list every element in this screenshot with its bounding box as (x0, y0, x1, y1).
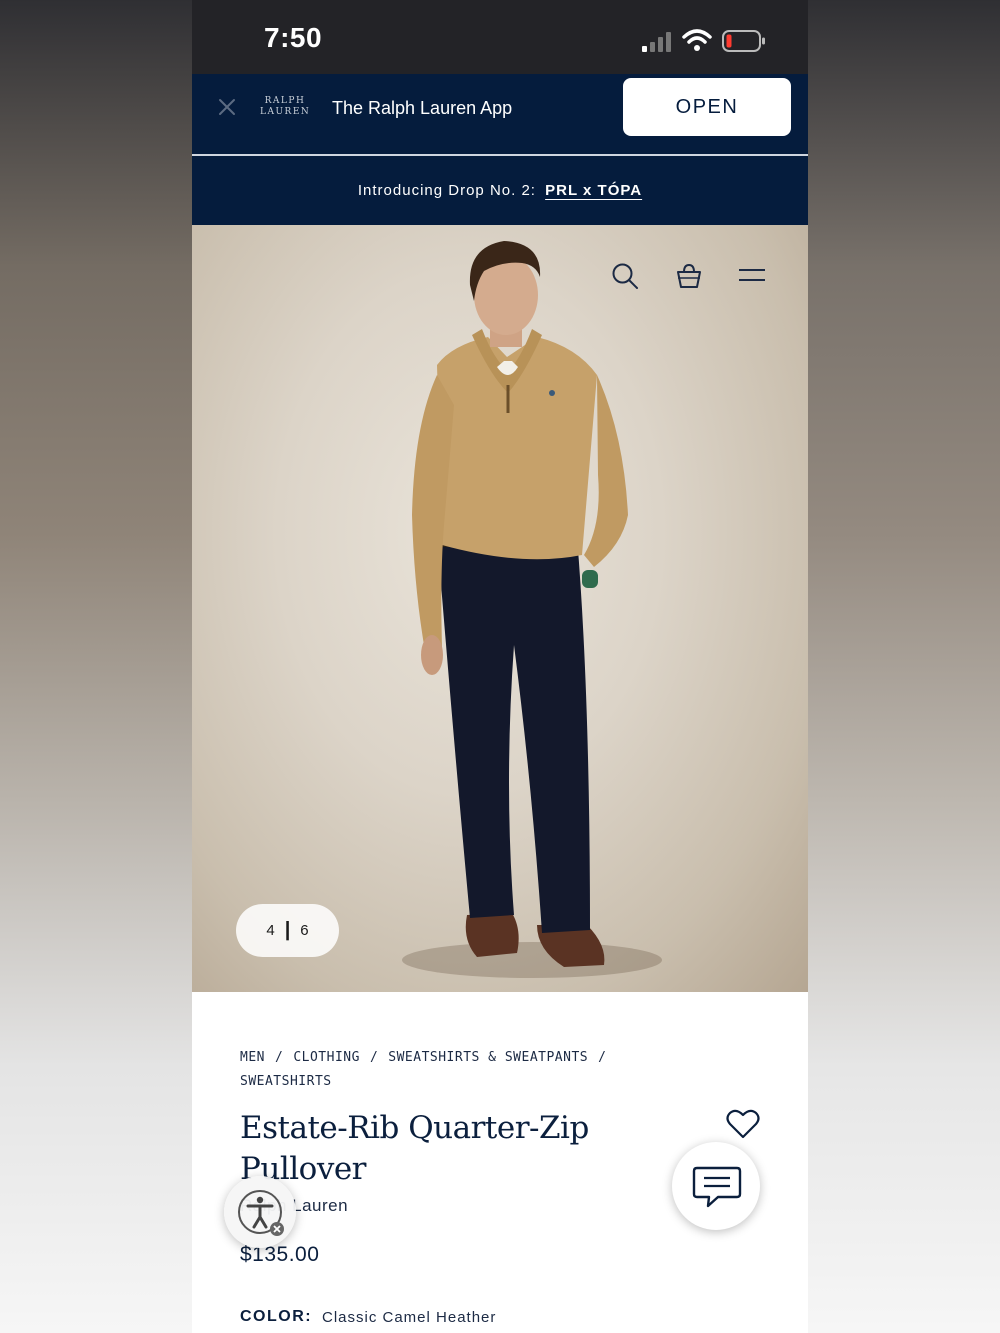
accessibility-icon (238, 1190, 284, 1236)
model-photo (402, 241, 662, 978)
promo-bar: Introducing Drop No. 2: PRL x TÓPA (192, 156, 808, 225)
breadcrumb-sweatshirts-sweatpants[interactable]: SWEATSHIRTS & SWEATPANTS (388, 1050, 588, 1065)
close-icon[interactable] (216, 96, 238, 118)
promo-link[interactable]: PRL x TÓPA (545, 182, 642, 199)
image-counter: 4 | 6 (236, 904, 339, 957)
search-icon[interactable] (610, 261, 640, 291)
background-blur-left (0, 0, 192, 1333)
ralph-lauren-logo: RALPH LAUREN (260, 96, 311, 117)
shopping-bag-icon[interactable] (674, 261, 704, 291)
breadcrumb-men[interactable]: MEN (240, 1050, 265, 1065)
color-label: COLOR: (240, 1308, 313, 1325)
counter-separator: | (284, 919, 291, 941)
chat-button[interactable] (672, 1142, 760, 1230)
app-install-banner: RALPH LAUREN The Ralph Lauren App OPEN (192, 74, 808, 156)
heart-icon[interactable] (726, 1108, 760, 1140)
status-time: 7:50 (264, 22, 323, 53)
total-image-count: 6 (300, 922, 309, 939)
battery-low-icon (722, 30, 765, 52)
breadcrumb-sweatshirts[interactable]: SWEATSHIRTS (240, 1074, 332, 1089)
cellular-signal-icon (642, 32, 671, 52)
background-blur-right (808, 0, 1000, 1333)
product-brand: Ralph Lauren (240, 1196, 349, 1215)
phone-screen: 7:50 RALPH LAUREN The Ralph Lauren App O… (192, 0, 808, 1333)
breadcrumb: MEN / CLOTHING / SWEATSHIRTS & SWEATPANTS / SW… (240, 1050, 607, 1089)
current-image-number: 4 (266, 922, 275, 939)
status-bar: 7:50 (192, 0, 808, 74)
promo-text: Introducing Drop No. 2: (357, 182, 536, 199)
banner-app-name: The Ralph Lauren App (332, 98, 513, 118)
accessibility-button[interactable] (224, 1176, 296, 1248)
product-title: Estate-Rib Quarter-Zip Pullover (240, 1110, 589, 1187)
color-value: Classic Camel Heather (322, 1309, 497, 1326)
open-app-button[interactable]: OPEN (623, 78, 791, 136)
product-image[interactable]: 4 | 6 (192, 225, 808, 992)
breadcrumb-clothing[interactable]: CLOTHING (293, 1050, 360, 1065)
hamburger-menu-icon[interactable] (737, 261, 767, 291)
chat-icon (692, 1166, 742, 1208)
wifi-icon (682, 29, 712, 51)
